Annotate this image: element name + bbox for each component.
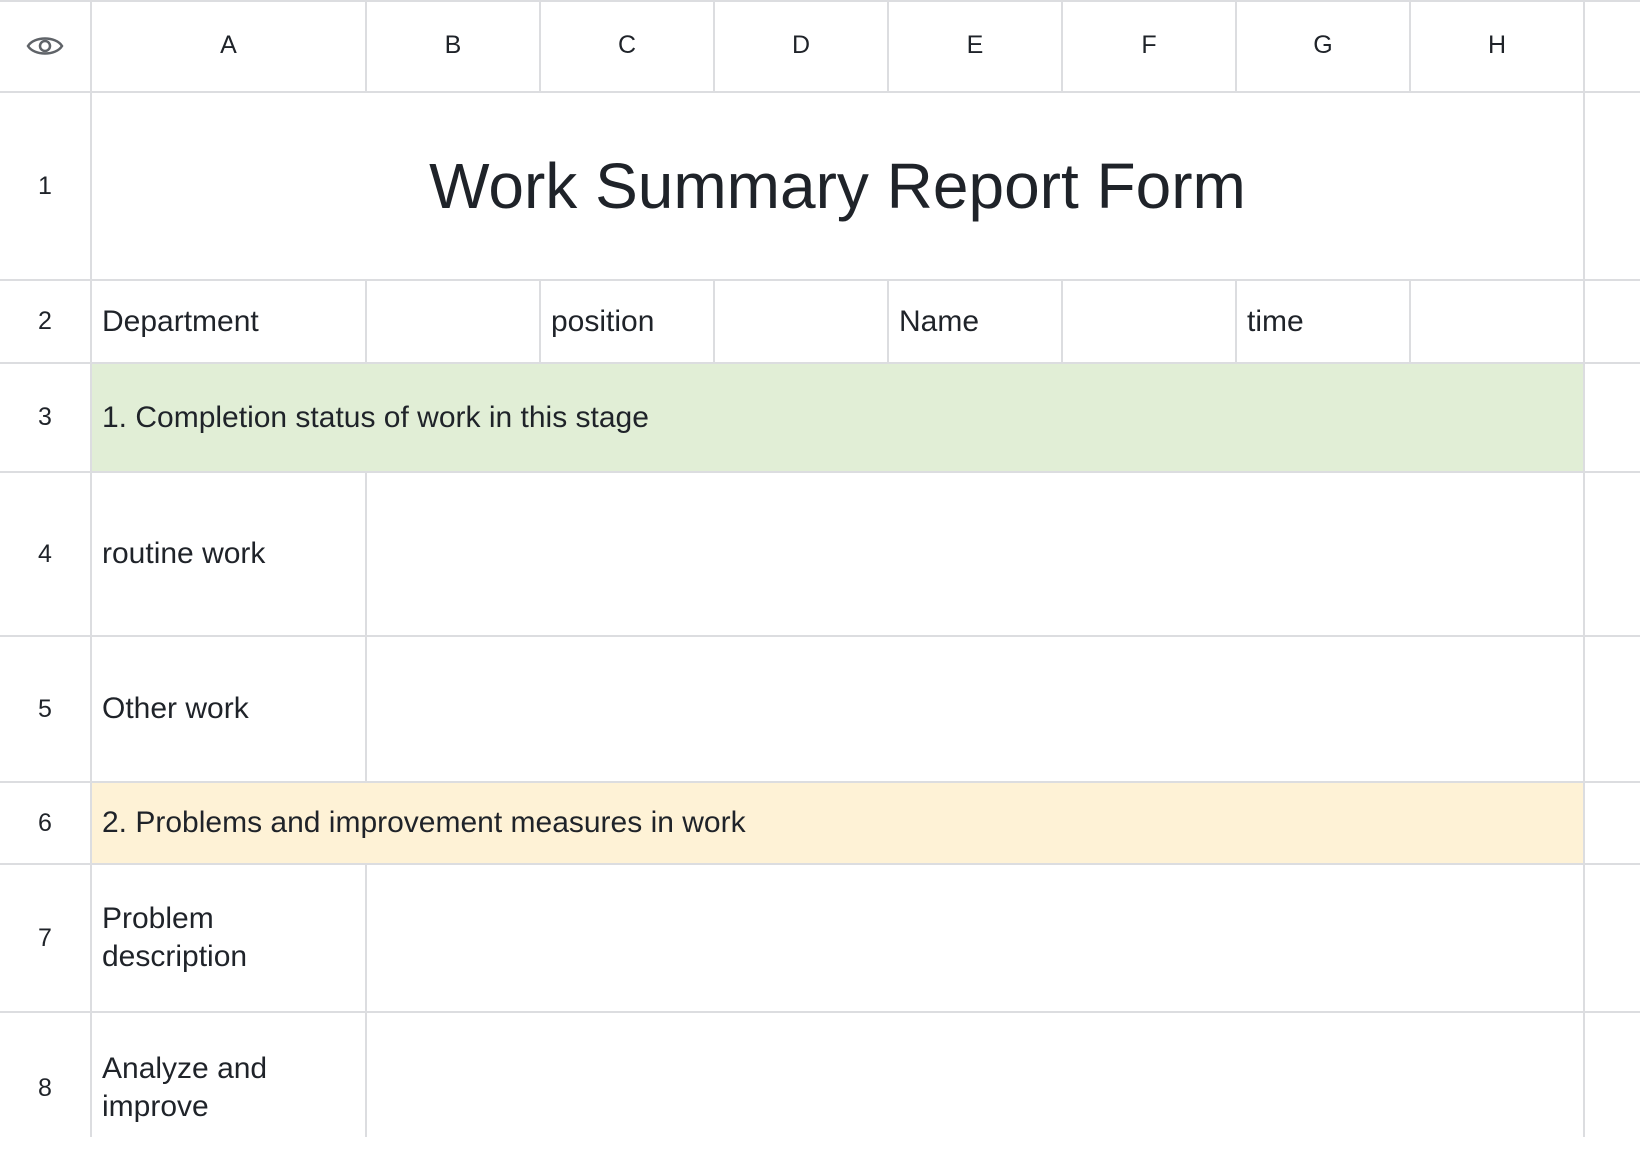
column-header-a[interactable]: A [92, 0, 365, 91]
other-work-label[interactable]: Other work [92, 637, 365, 781]
time-value-cell[interactable] [1411, 281, 1583, 362]
column-header-g[interactable]: G [1237, 0, 1409, 91]
row-header-2[interactable]: 2 [0, 281, 90, 362]
row-header-6[interactable]: 6 [0, 783, 90, 863]
name-label[interactable]: Name [889, 281, 1061, 362]
column-header-f[interactable]: F [1063, 0, 1235, 91]
row-header-3[interactable]: 3 [0, 364, 90, 471]
column-header-e[interactable]: E [889, 0, 1061, 91]
position-value-cell[interactable] [715, 281, 887, 362]
row-header-7[interactable]: 7 [0, 865, 90, 1011]
analyze-improve-content[interactable] [367, 1013, 1583, 1137]
section1-heading[interactable]: 1. Completion status of work in this sta… [92, 364, 1583, 471]
routine-work-label[interactable]: routine work [92, 473, 365, 635]
report-title[interactable]: Work Summary Report Form [92, 93, 1583, 279]
section2-heading[interactable]: 2. Problems and improvement measures in … [92, 783, 1583, 863]
problem-description-label[interactable]: Problem description [92, 865, 302, 1011]
row-header-5[interactable]: 5 [0, 637, 90, 781]
column-header-h[interactable]: H [1411, 0, 1583, 91]
row-header-8[interactable]: 8 [0, 1013, 90, 1163]
eye-icon[interactable] [0, 0, 90, 91]
position-label[interactable]: position [541, 281, 713, 362]
column-header-d[interactable]: D [715, 0, 887, 91]
row-header-4[interactable]: 4 [0, 473, 90, 635]
department-value-cell[interactable] [367, 281, 539, 362]
time-label[interactable]: time [1237, 281, 1409, 362]
department-label[interactable]: Department [92, 281, 365, 362]
name-value-cell[interactable] [1063, 281, 1235, 362]
analyze-improve-label[interactable]: Analyze and improve [92, 1013, 302, 1163]
row-header-1[interactable]: 1 [0, 93, 90, 279]
column-header-b[interactable]: B [367, 0, 539, 91]
column-header-c[interactable]: C [541, 0, 713, 91]
routine-work-content[interactable] [367, 473, 1583, 635]
other-work-content[interactable] [367, 637, 1583, 781]
problem-description-content[interactable] [367, 865, 1583, 1011]
